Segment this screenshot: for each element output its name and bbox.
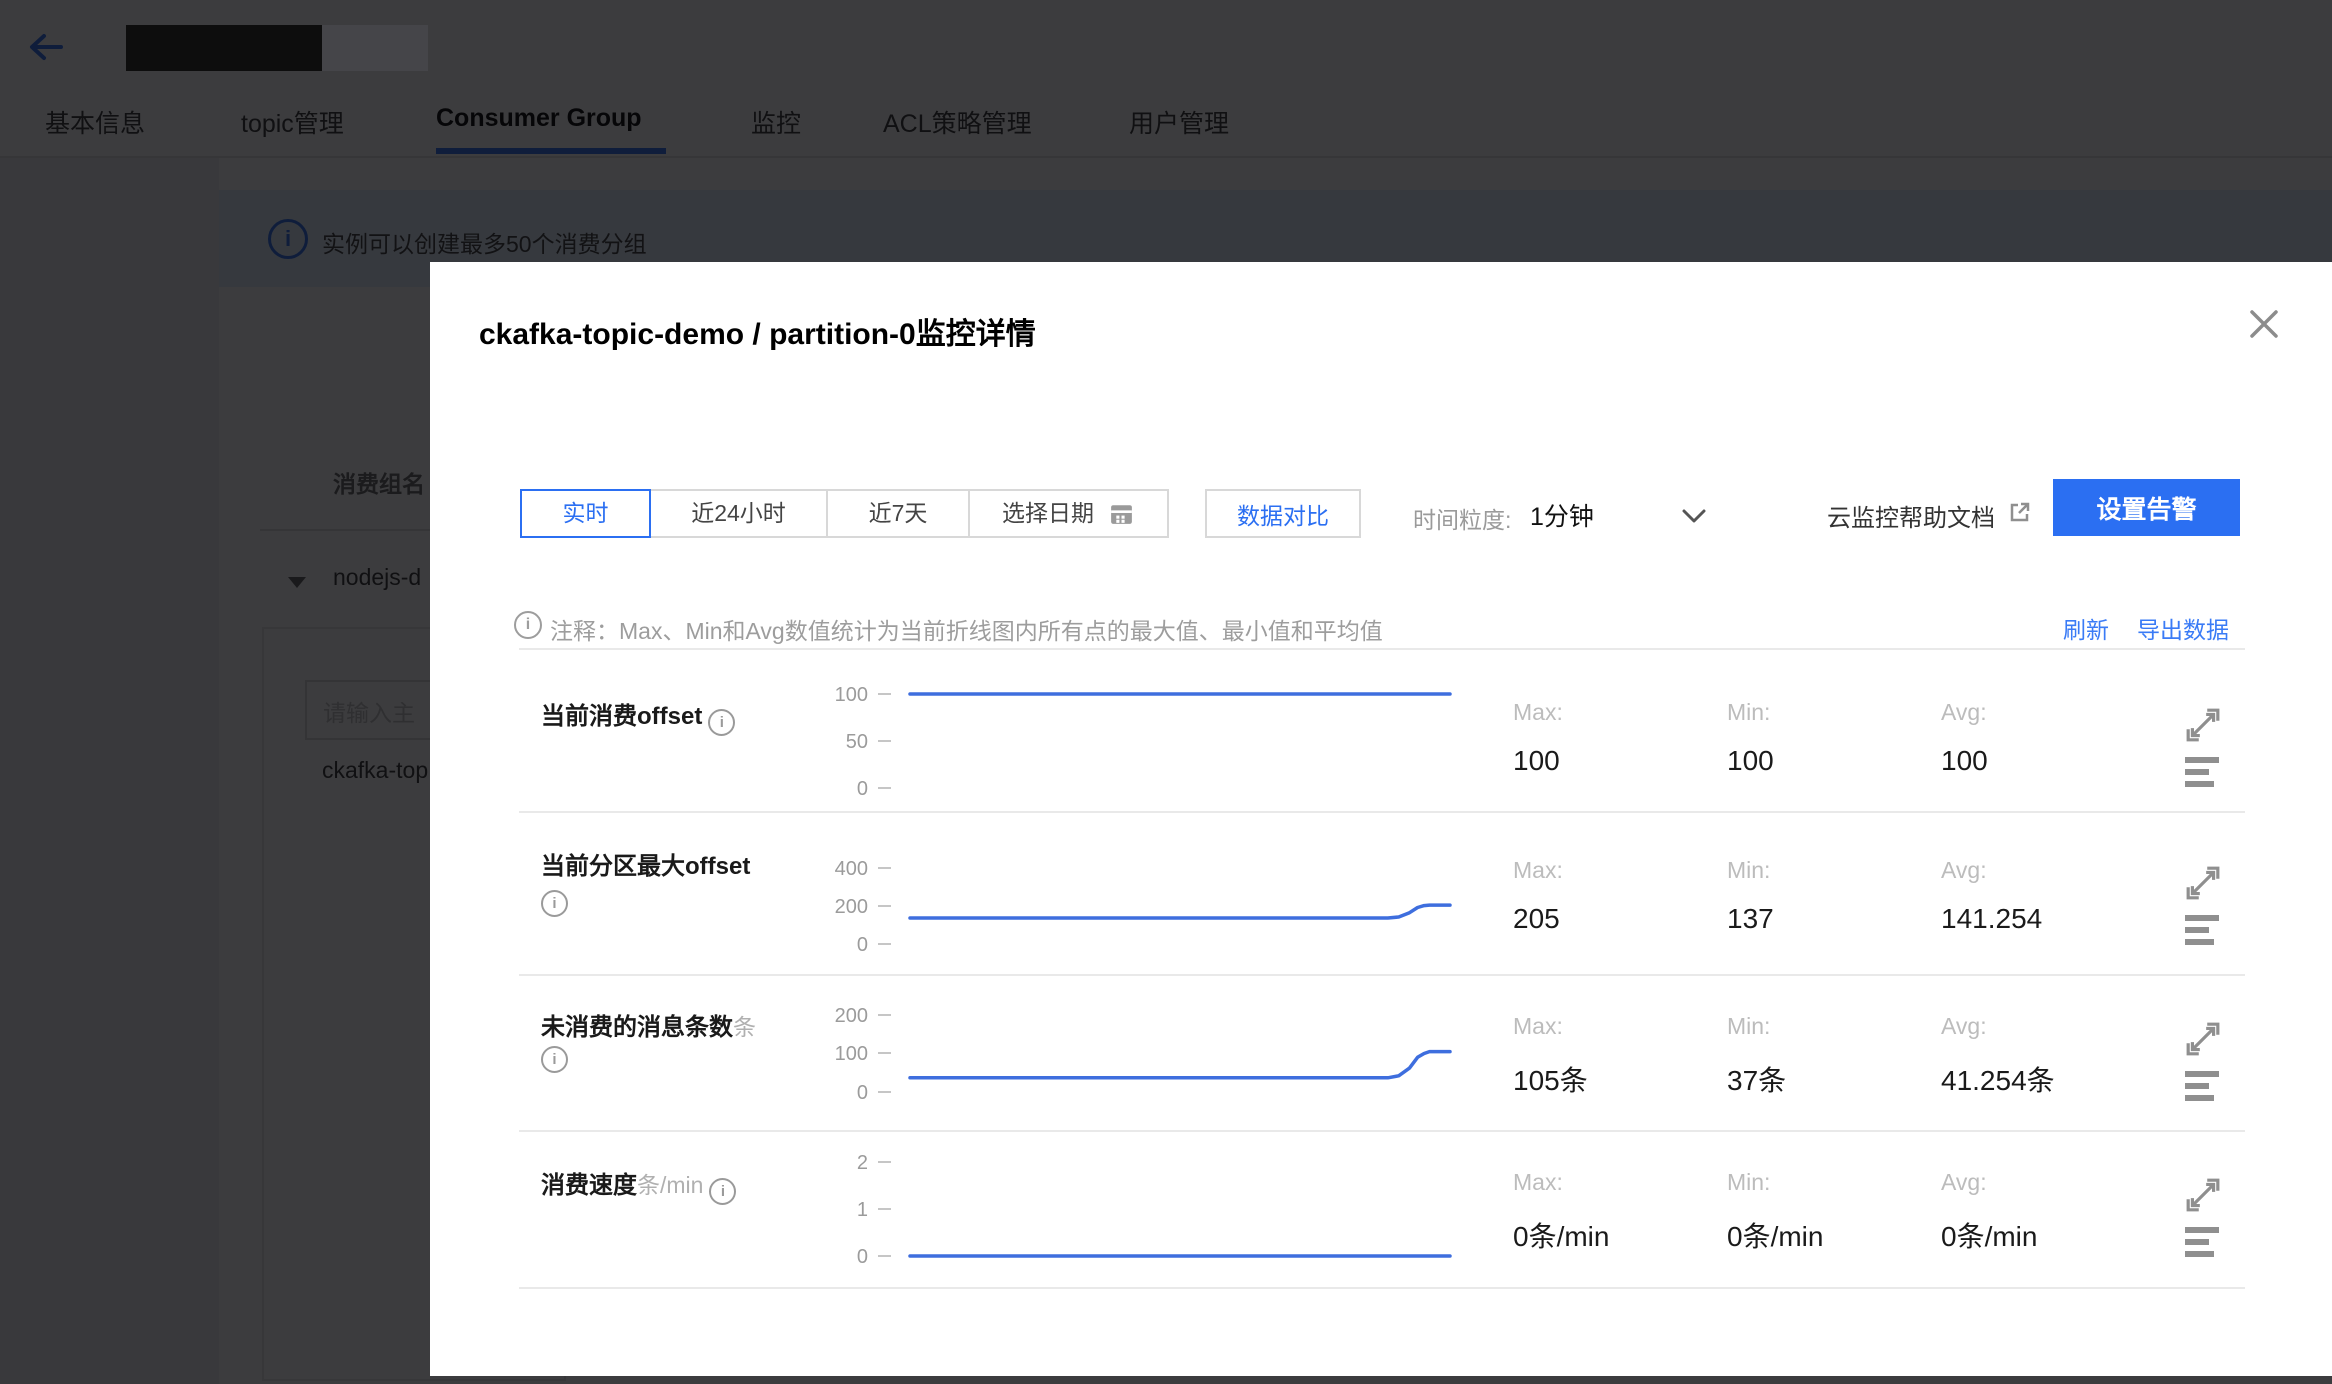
data-list-icon[interactable]: [2185, 757, 2221, 789]
svg-text:0: 0: [857, 934, 868, 956]
stat-min-label: Min:: [1727, 699, 1771, 725]
chevron-down-icon[interactable]: [1682, 509, 1706, 523]
expand-fullscreen-icon[interactable]: [2185, 1021, 2221, 1057]
redacted-instance-name: [126, 25, 322, 71]
svg-text:0: 0: [857, 778, 868, 800]
monitor-detail-modal: ckafka-topic-demo / partition-0监控详情 实时 近…: [430, 262, 2332, 1376]
stat-min-value: 0条/min: [1727, 1221, 1824, 1252]
line-chart-unconsumed-messages: 200 100 0: [835, 1005, 1452, 1104]
svg-text:50: 50: [846, 731, 868, 753]
expand-fullscreen-icon[interactable]: [2185, 1177, 2221, 1213]
metric-info-icon[interactable]: i: [541, 1046, 568, 1073]
svg-text:1: 1: [857, 1199, 868, 1221]
svg-text:2: 2: [857, 1152, 868, 1174]
note-info-icon: i: [514, 611, 542, 639]
stat-min-value: 137: [1727, 903, 1774, 934]
stat-max-value: 0条/min: [1513, 1221, 1610, 1252]
metric-title-consume-speed: 消费速度条/min i: [541, 1165, 737, 1205]
line-chart-consume-speed: 2 1 0: [857, 1152, 1452, 1268]
export-data-link[interactable]: 导出数据: [2137, 611, 2229, 645]
stat-max-label: Max:: [1513, 1169, 1563, 1195]
modal-title: ckafka-topic-demo / partition-0监控详情: [479, 318, 1036, 351]
row-divider: [519, 1287, 2245, 1289]
stat-min-label: Min:: [1727, 1169, 1771, 1195]
time-range-tabs: 实时 近24小时 近7天 选择日期: [520, 489, 1169, 538]
granularity-value[interactable]: 1分钟: [1530, 497, 1594, 533]
svg-text:400: 400: [835, 858, 868, 880]
metric-title-consume-offset: 当前消费offset i: [541, 696, 736, 736]
row-divider: [519, 811, 2245, 813]
stat-avg-value: 0条/min: [1941, 1221, 2038, 1252]
svg-text:200: 200: [835, 1005, 868, 1027]
time-tab-24h[interactable]: 近24小时: [649, 489, 828, 538]
svg-text:0: 0: [857, 1246, 868, 1268]
data-compare-button[interactable]: 数据对比: [1205, 489, 1361, 538]
stat-avg-label: Avg:: [1941, 1013, 1987, 1039]
stat-avg-value: 100: [1941, 745, 1988, 776]
time-tab-realtime[interactable]: 实时: [520, 489, 651, 538]
metric-info-icon[interactable]: i: [709, 1178, 737, 1205]
expand-fullscreen-icon[interactable]: [2185, 707, 2221, 743]
stat-max-label: Max:: [1513, 857, 1563, 883]
data-list-icon[interactable]: [2185, 915, 2221, 947]
external-link-icon[interactable]: [2008, 500, 2032, 524]
stat-min-value: 37条: [1727, 1065, 1787, 1096]
stat-max-value: 105条: [1513, 1065, 1588, 1096]
stat-max-value: 100: [1513, 745, 1560, 776]
line-chart-consume-offset: 100 50 0: [835, 684, 1452, 800]
stat-avg-value: 41.254条: [1941, 1065, 2055, 1096]
pick-date-label: 选择日期: [1002, 500, 1094, 526]
stat-avg-label: Avg:: [1941, 857, 1987, 883]
stat-avg-label: Avg:: [1941, 1169, 1987, 1195]
calendar-icon: [1111, 505, 1132, 524]
expand-fullscreen-icon[interactable]: [2185, 865, 2221, 901]
svg-text:200: 200: [835, 896, 868, 918]
data-list-icon[interactable]: [2185, 1071, 2221, 1103]
stat-max-label: Max:: [1513, 1013, 1563, 1039]
row-divider: [519, 648, 2245, 650]
stat-max-value: 205: [1513, 903, 1560, 934]
stat-avg-label: Avg:: [1941, 699, 1987, 725]
stat-max-label: Max:: [1513, 699, 1563, 725]
svg-text:100: 100: [835, 684, 868, 706]
granularity-label: 时间粒度:: [1413, 507, 1512, 533]
metric-title-partition-max-offset: 当前分区最大offset: [541, 853, 751, 880]
set-alarm-button[interactable]: 设置告警: [2053, 479, 2240, 536]
metric-title-unconsumed-messages: 未消费的消息条数条: [541, 1014, 756, 1041]
time-tab-pick-date[interactable]: 选择日期: [968, 489, 1169, 538]
redacted-instance-name-2: [322, 25, 428, 71]
time-tab-7d[interactable]: 近7天: [826, 489, 970, 538]
stat-min-label: Min:: [1727, 857, 1771, 883]
line-chart-partition-max-offset: 400 200 0: [835, 858, 1452, 956]
close-icon[interactable]: [2246, 306, 2282, 342]
stat-avg-value: 141.254: [1941, 903, 2043, 934]
svg-text:100: 100: [835, 1043, 868, 1065]
stat-min-value: 100: [1727, 745, 1774, 776]
cloud-monitor-help-link[interactable]: 云监控帮助文档: [1827, 498, 1995, 533]
metric-info-icon[interactable]: i: [708, 709, 736, 736]
data-list-icon[interactable]: [2185, 1227, 2221, 1259]
note-text: 注释：Max、Min和Avg数值统计为当前折线图内所有点的最大值、最小值和平均值: [550, 618, 1383, 644]
svg-text:0: 0: [857, 1082, 868, 1104]
metric-info-icon[interactable]: i: [541, 890, 568, 917]
stat-min-label: Min:: [1727, 1013, 1771, 1039]
refresh-link[interactable]: 刷新: [2063, 611, 2109, 645]
